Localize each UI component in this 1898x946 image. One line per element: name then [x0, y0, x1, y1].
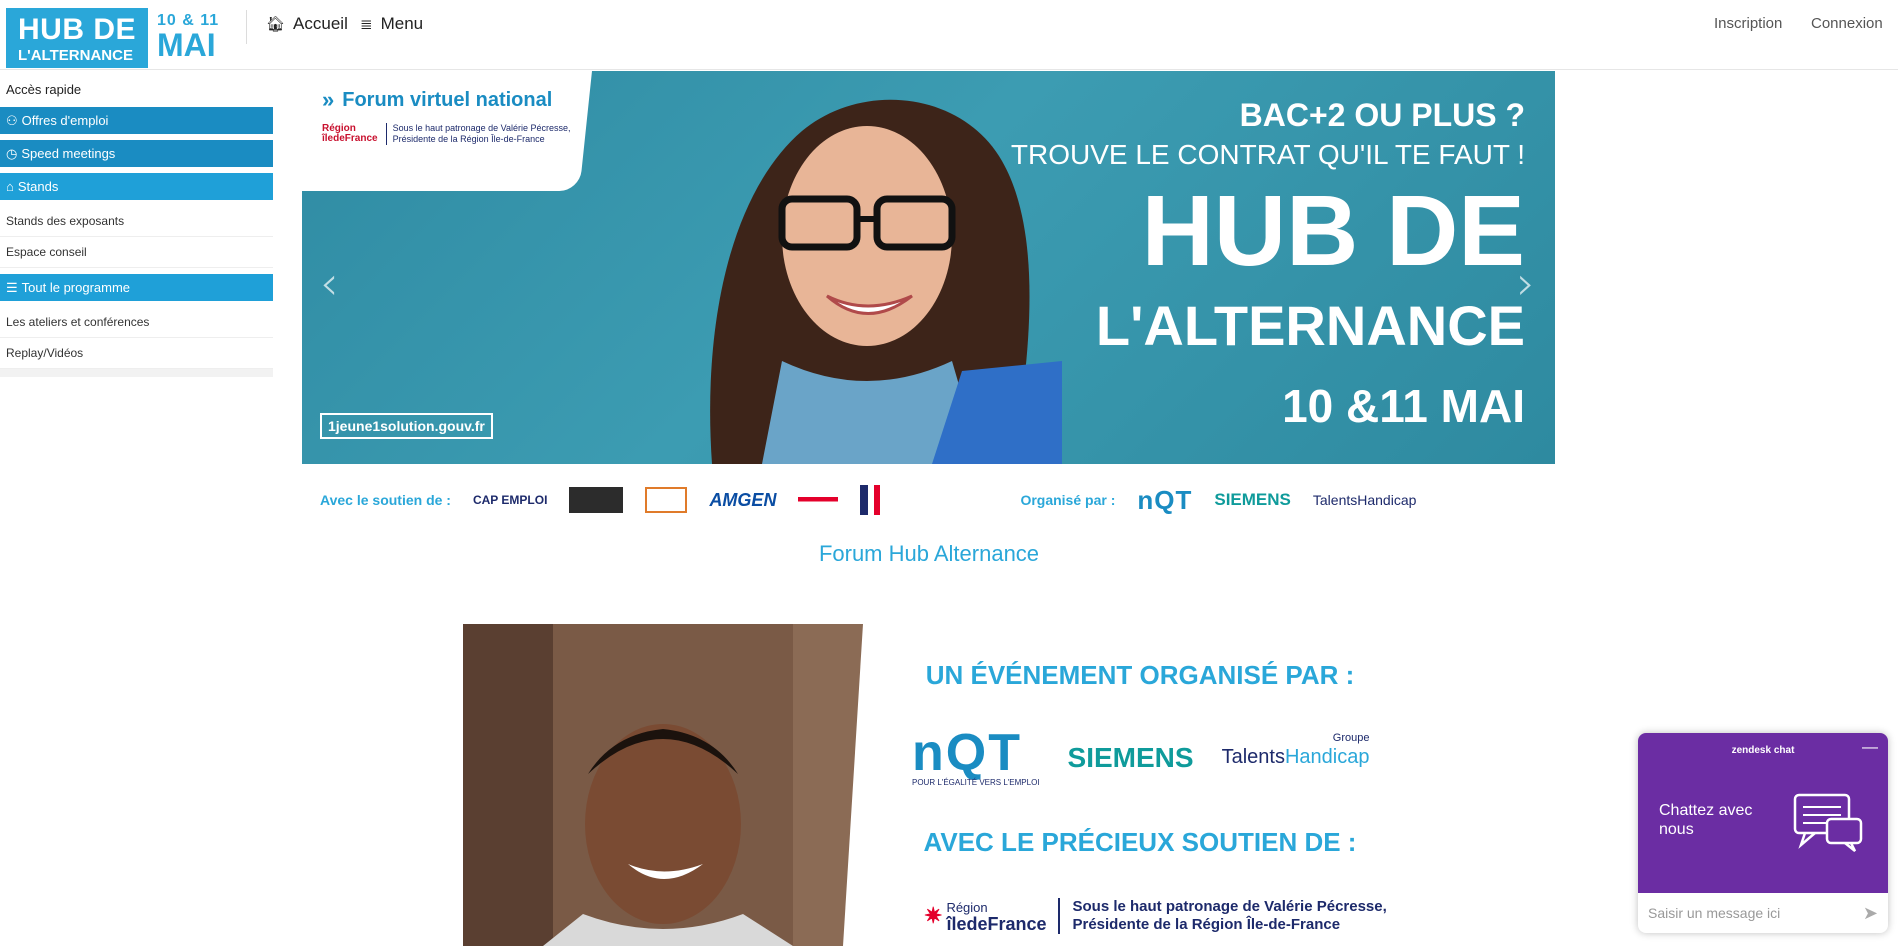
nav-menu-link[interactable]: ≣ Menu: [360, 14, 423, 34]
nqt-logo-tagline: POUR L'ÉGALITÉ VERS L'EMPLOI: [912, 778, 1040, 787]
chat-widget: zendesk chat — Chattez avec nous Saisir …: [1638, 733, 1888, 933]
patronage-line2: Présidente de la Région Île-de-France: [392, 134, 545, 144]
banner-headline-4: L'ALTERNANCE: [1095, 294, 1525, 357]
top-navbar: HUB DE L'ALTERNANCE 10 & 11 MAI 🏠︎ Accue…: [0, 0, 1898, 70]
region-idf-logo: ✷ Région îledeFrance: [924, 900, 1047, 934]
sidebar-item-label: Offres d'emploi: [21, 113, 109, 128]
chat-header[interactable]: zendesk chat — Chattez avec nous: [1638, 733, 1888, 893]
logo-line2: L'ALTERNANCE: [18, 47, 133, 64]
chat-minimize-button[interactable]: —: [1862, 739, 1878, 757]
region-patronage-bottom: ✷ Région îledeFrance Sous le haut patron…: [924, 898, 1387, 934]
patronage-line2: Présidente de la Région Île-de-France: [1072, 916, 1341, 933]
man-photo: [463, 624, 890, 946]
binoculars-icon: ⚇: [6, 113, 18, 128]
banner-headline-3: HUB DE: [1141, 175, 1525, 287]
carousel-next-icon[interactable]: ›: [1517, 256, 1535, 310]
page-title: Forum Hub Alternance: [818, 541, 1040, 566]
carousel-prev-icon[interactable]: ‹: [320, 256, 338, 310]
siemens-logo-small: SIEMENS: [1214, 490, 1291, 509]
nqt-logo-small: nQT: [1137, 484, 1193, 515]
mairie-logo: [569, 487, 624, 513]
logo-date-month: MAI: [157, 27, 216, 63]
double-chevron-icon: »: [322, 87, 335, 112]
chat-bubble-icon: [1793, 793, 1863, 852]
region-logo-line2: îledeFrance: [946, 914, 1047, 934]
hamburger-icon: ≣: [360, 16, 373, 33]
star-icon: ✷: [924, 903, 943, 928]
chat-brand: zendesk chat: [1731, 745, 1795, 756]
patronage-text: Sous le haut patronage de Valérie Pécres…: [1058, 898, 1387, 934]
sidebar-item-program[interactable]: ☰ Tout le programme: [0, 274, 273, 301]
patronage-text: Sous le haut patronage de Valérie Pécres…: [385, 123, 571, 145]
cap-emploi-logo: CAP EMPLOI: [472, 493, 548, 507]
banner-headline-1: BAC+2 OU PLUS ?: [1239, 97, 1525, 133]
sidebar-footer: [0, 369, 273, 377]
send-icon[interactable]: ➤: [1863, 903, 1878, 924]
support-label: Avec le soutien de :: [320, 492, 451, 508]
siemens-logo: SIEMENS: [1067, 741, 1194, 773]
talents-handicap-text-a: Talents: [1221, 746, 1285, 768]
signup-link[interactable]: Inscription: [1714, 15, 1782, 32]
list-icon: ☰: [6, 280, 18, 295]
sidebar-item-exhibitor-stands[interactable]: Stands des exposants: [0, 206, 273, 237]
patronage-line1: Sous le haut patronage de Valérie Pécres…: [1072, 898, 1387, 915]
home-icon: 🏠︎: [266, 16, 286, 33]
nqt-logo: nQT POUR L'ÉGALITÉ VERS L'EMPLOI: [912, 724, 1040, 787]
patronage-line1: Sous le haut patronage de Valérie Pécres…: [392, 123, 571, 133]
talents-handicap-logo: Groupe TalentsHandicap: [1221, 732, 1370, 769]
chat-message-input[interactable]: Saisir un message ici ➤: [1638, 893, 1888, 933]
sidebar-item-label: Tout le programme: [21, 280, 131, 295]
chat-input-placeholder: Saisir un message ici: [1648, 905, 1781, 921]
talents-handicap-group: Groupe: [1332, 732, 1370, 744]
region-patronage: Région îledeFrance Sous le haut patronag…: [322, 123, 592, 145]
region-logo: Région îledeFrance: [322, 124, 378, 144]
sidebar-item-label: Speed meetings: [21, 146, 116, 161]
support-title: AVEC LE PRÉCIEUX SOUTIEN DE :: [923, 827, 1357, 857]
region-logo-line2: îledeFrance: [322, 133, 378, 144]
logo-date: 10 & 11 MAI: [157, 12, 219, 63]
site-logo[interactable]: HUB DE L'ALTERNANCE: [6, 8, 148, 68]
chat-greeting: Chattez avec nous: [1659, 802, 1753, 838]
sponsor-strip: Avec le soutien de : CAP EMPLOI AMGEN Or…: [320, 480, 1530, 520]
organizers-title: UN ÉVÉNEMENT ORGANISÉ PAR :: [925, 660, 1355, 690]
partner-logo: [645, 487, 688, 513]
entreprises-engagent-logo: [798, 484, 839, 516]
navbar-divider: [246, 10, 247, 44]
quick-access-sidebar: Accès rapide ⚇ Offres d'emploi ◷ Speed m…: [0, 78, 273, 377]
talents-handicap-text-b: Handicap: [1284, 746, 1370, 768]
amgen-logo: AMGEN: [709, 489, 777, 510]
hero-carousel[interactable]: » Forum virtuel national Région îledeFra…: [302, 71, 1555, 464]
clock-icon: ◷: [6, 146, 18, 161]
sidebar-item-job-offers[interactable]: ⚇ Offres d'emploi: [0, 107, 273, 134]
forum-title: » Forum virtuel national: [322, 87, 592, 113]
sidebar-item-stands[interactable]: ⌂ Stands: [0, 173, 273, 200]
ministere-travail-logo: [860, 485, 961, 515]
sidebar-item-speed-meetings[interactable]: ◷ Speed meetings: [0, 140, 273, 167]
home-icon: ⌂: [6, 179, 14, 194]
logo-line1: HUB DE: [18, 13, 137, 46]
nav-home-label: Accueil: [293, 14, 348, 33]
talents-handicap-logo-small: TalentsHandicap: [1312, 492, 1417, 508]
organizers-logos: nQT POUR L'ÉGALITÉ VERS L'EMPLOI SIEMENS…: [912, 724, 1370, 787]
forum-card-content: » Forum virtuel national Région îledeFra…: [322, 87, 592, 145]
sidebar-item-advice-space[interactable]: Espace conseil: [0, 237, 273, 268]
forum-title-text: Forum virtuel national: [342, 88, 553, 111]
sidebar-item-replay[interactable]: Replay/Vidéos: [0, 338, 273, 369]
banner-headline-2: TROUVE LE CONTRAT QU'IL TE FAUT !: [1010, 139, 1525, 170]
login-link[interactable]: Connexion: [1811, 15, 1883, 32]
gov-badge: 1jeune1solution.gouv.fr: [320, 413, 493, 439]
sidebar-item-workshops[interactable]: Les ateliers et conférences: [0, 307, 273, 338]
nav-home-link[interactable]: 🏠︎ Accueil: [266, 14, 348, 34]
nqt-logo-text: nQT: [912, 724, 1022, 782]
student-photo: [710, 99, 1062, 464]
nav-menu-label: Menu: [380, 14, 424, 33]
sidebar-item-label: Stands: [17, 179, 59, 194]
banner-headline-5: 10 &11 MAI: [1282, 380, 1525, 432]
man-photo-image: [463, 624, 890, 946]
sidebar-title: Accès rapide: [6, 82, 82, 97]
organized-label: Organisé par :: [1020, 492, 1116, 508]
